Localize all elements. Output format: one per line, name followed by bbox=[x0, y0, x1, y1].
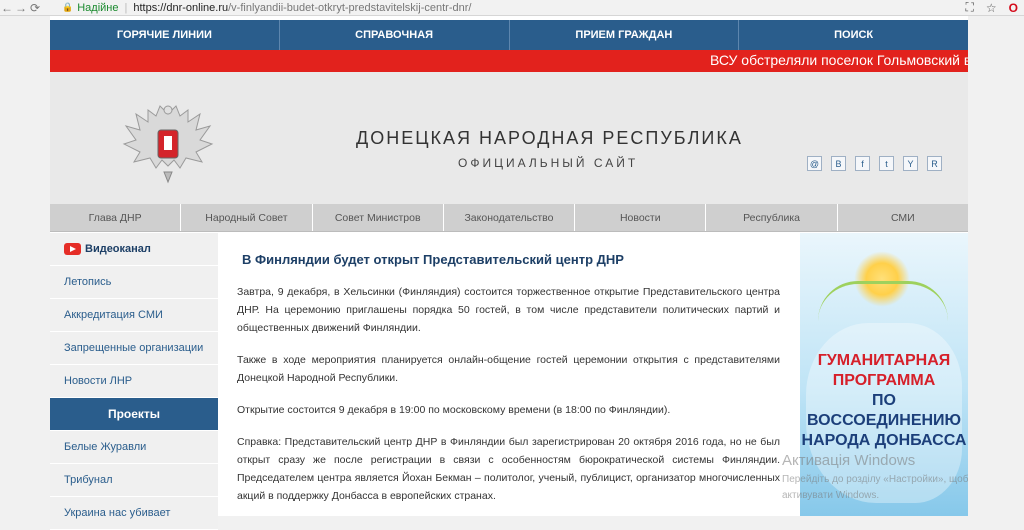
news-ticker[interactable]: ВСУ обстреляли поселок Гольмовский в bbox=[50, 50, 968, 72]
sidebar-item-banned-orgs[interactable]: Запрещенные организации bbox=[50, 332, 218, 365]
lock-icon: 🔒 bbox=[62, 2, 74, 12]
sidebar-item-chronicle[interactable]: Летопись bbox=[50, 266, 218, 299]
address-bar[interactable]: 🔒 Надійне | https://dnr-online.ru/v-finl… bbox=[62, 0, 932, 15]
coat-of-arms-logo[interactable] bbox=[118, 96, 218, 196]
nav-legislation[interactable]: Законодательство bbox=[444, 204, 576, 231]
nav-head[interactable]: Глава ДНР bbox=[50, 204, 182, 231]
twitter-icon[interactable]: t bbox=[879, 156, 894, 171]
ticker-text[interactable]: ВСУ обстреляли поселок Гольмовский в bbox=[710, 52, 968, 68]
translate-icon[interactable]: ⛶ bbox=[965, 0, 973, 15]
nav-ministers[interactable]: Совет Министров bbox=[313, 204, 444, 231]
sidebar-item-video[interactable]: Видеоканал bbox=[50, 233, 218, 266]
email-icon[interactable]: @ bbox=[807, 156, 822, 171]
sidebar-item-white-cranes[interactable]: Белые Журавли bbox=[50, 431, 218, 464]
banner-line: НАРОДА ДОНБАССА bbox=[801, 432, 967, 449]
site-header: ДОНЕЦКАЯ НАРОДНАЯ РЕСПУБЛИКА ОФИЦИАЛЬНЫЙ… bbox=[50, 72, 968, 204]
url-domain: https://dnr-online.ru bbox=[133, 1, 229, 14]
sidebar-item-accreditation[interactable]: Аккредитация СМИ bbox=[50, 299, 218, 332]
hands-icon bbox=[818, 281, 948, 321]
article-paragraph: Также в ходе мероприятия планируется онл… bbox=[237, 354, 780, 384]
nav-news[interactable]: Новости bbox=[575, 204, 707, 231]
youtube-play-icon bbox=[64, 243, 81, 255]
social-links: @ B f t Y R bbox=[807, 156, 942, 171]
banner-line: ГУМАНИТАРНАЯ bbox=[817, 352, 951, 369]
nav-republic[interactable]: Республика bbox=[706, 204, 838, 231]
main-nav: Глава ДНР Народный Совет Совет Министров… bbox=[50, 204, 968, 232]
banner-text: ГУМАНИТАРНАЯ ПРОГРАММА ПО ВОССОЕДИНЕНИЮ … bbox=[800, 351, 968, 451]
secure-label: Надійне bbox=[77, 1, 119, 14]
address-separator: | bbox=[124, 1, 128, 14]
topnav-reception[interactable]: ПРИЕМ ГРАЖДАН bbox=[510, 20, 740, 50]
site-title: ДОНЕЦКАЯ НАРОДНАЯ РЕСПУБЛИКА bbox=[356, 128, 743, 148]
article-title: В Финляндии будет открыт Представительск… bbox=[242, 252, 624, 267]
sidebar-video-label: Видеоканал bbox=[85, 243, 151, 255]
site-subtitle: ОФИЦИАЛЬНЫЙ САЙТ bbox=[458, 156, 639, 170]
sidebar-item-ukraine-kills[interactable]: Украина нас убивает bbox=[50, 497, 218, 530]
back-icon[interactable]: ← bbox=[0, 1, 14, 15]
article: В Финляндии будет открыт Представительск… bbox=[218, 233, 800, 516]
topnav-reference[interactable]: СПРАВОЧНАЯ bbox=[280, 20, 510, 50]
youtube-icon[interactable]: Y bbox=[903, 156, 918, 171]
sidebar-projects-header: Проекты bbox=[50, 398, 218, 431]
topnav-search[interactable]: ПОИСК bbox=[739, 20, 968, 50]
bookmark-star-icon[interactable]: ☆ bbox=[986, 1, 997, 15]
top-nav: ГОРЯЧИЕ ЛИНИИ СПРАВОЧНАЯ ПРИЕМ ГРАЖДАН П… bbox=[50, 20, 968, 50]
sidebar: Видеоканал Летопись Аккредитация СМИ Зап… bbox=[50, 233, 218, 530]
facebook-icon[interactable]: f bbox=[855, 156, 870, 171]
sidebar-item-lnr-news[interactable]: Новости ЛНР bbox=[50, 365, 218, 398]
page: ГОРЯЧИЕ ЛИНИИ СПРАВОЧНАЯ ПРИЕМ ГРАЖДАН П… bbox=[50, 16, 968, 530]
banner-line: ПРОГРАММА bbox=[832, 372, 936, 389]
browser-toolbar: ← → ⟳ 🔒 Надійне | https://dnr-online.ru /… bbox=[0, 0, 1024, 16]
rss-icon[interactable]: R bbox=[927, 156, 942, 171]
vk-icon[interactable]: B bbox=[831, 156, 846, 171]
reload-icon[interactable]: ⟳ bbox=[28, 1, 42, 15]
nav-council[interactable]: Народный Совет bbox=[181, 204, 313, 231]
article-paragraph: Открытие состоится 9 декабря в 19:00 по … bbox=[237, 404, 671, 416]
url-path: /v-finlyandii-budet-otkryt-predstavitels… bbox=[228, 1, 472, 14]
opera-icon[interactable]: O bbox=[1009, 1, 1018, 15]
article-paragraph: Завтра, 9 декабря, в Хельсинки (Финлянди… bbox=[237, 286, 780, 334]
windows-activation-text: Перейдіть до розділу «Настройки», щоб ак… bbox=[782, 474, 969, 501]
nav-media[interactable]: СМИ bbox=[838, 204, 968, 231]
forward-icon[interactable]: → bbox=[14, 1, 28, 15]
banner-line: ПО ВОССОЕДИНЕНИЮ bbox=[806, 392, 962, 429]
windows-activation-title: Активація Windows bbox=[782, 452, 916, 469]
topnav-hotlines[interactable]: ГОРЯЧИЕ ЛИНИИ bbox=[50, 20, 280, 50]
article-paragraph: Справка: Представительский центр ДНР в Ф… bbox=[237, 436, 780, 502]
sidebar-item-tribunal[interactable]: Трибунал bbox=[50, 464, 218, 497]
